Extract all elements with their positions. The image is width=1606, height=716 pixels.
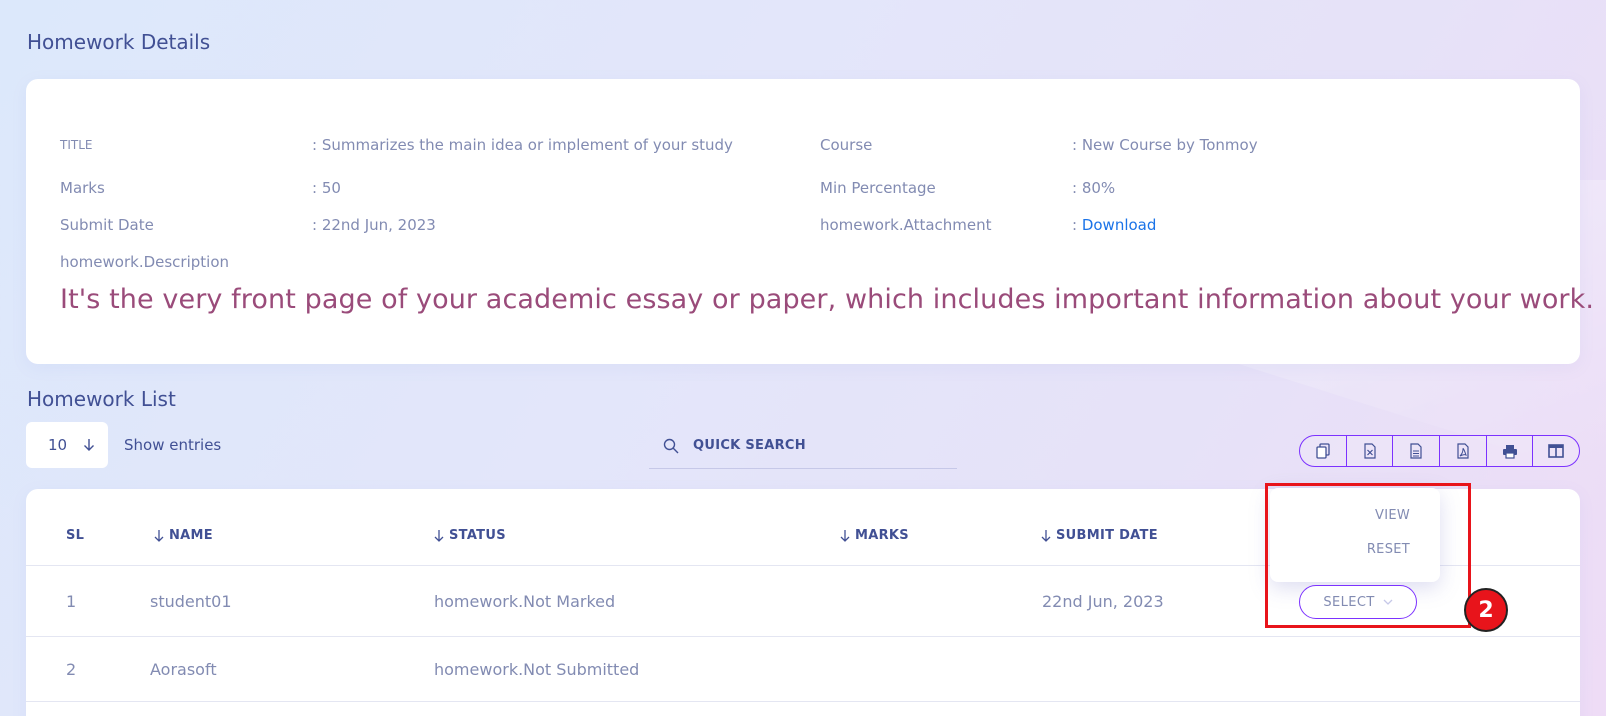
row-divider: [26, 701, 1580, 702]
annotation-highlight-box: [1265, 483, 1471, 628]
entries-select[interactable]: 10: [26, 422, 108, 468]
submit-date-value: : 22nd Jun, 2023: [312, 216, 436, 234]
sort-arrow-icon: [154, 530, 164, 542]
search-placeholder: QUICK SEARCH: [693, 438, 806, 453]
homework-details-card: TITLE : Summarizes the main idea or impl…: [26, 79, 1594, 364]
column-header-status[interactable]: STATUS: [434, 528, 506, 543]
copy-icon: [1316, 443, 1330, 459]
course-label: Course: [820, 136, 873, 154]
csv-icon: [1410, 443, 1422, 459]
annotation-badge: 2: [1464, 588, 1508, 632]
column-header-name-label: NAME: [169, 528, 213, 543]
row-sl: 2: [66, 660, 77, 679]
excel-icon: [1363, 443, 1376, 459]
column-header-sl: SL: [66, 528, 85, 543]
csv-button[interactable]: [1393, 436, 1441, 466]
marks-value: : 50: [312, 179, 341, 197]
column-header-marks-label: MARKS: [855, 528, 909, 543]
export-toolbar: [1299, 435, 1580, 467]
description-label: homework.Description: [60, 253, 230, 271]
row-submit-date: 22nd Jun, 2023: [1042, 592, 1164, 611]
show-entries-label: Show entries: [124, 436, 222, 454]
row-sl: 1: [66, 592, 77, 611]
pdf-button[interactable]: [1440, 436, 1487, 466]
description-text: It's the very front page of your academi…: [60, 284, 1595, 315]
column-header-name[interactable]: NAME: [154, 528, 213, 543]
columns-button[interactable]: [1533, 436, 1579, 466]
submit-date-label: Submit Date: [60, 216, 154, 234]
list-title: Homework List: [27, 387, 176, 411]
sort-arrow-icon: [1041, 530, 1051, 542]
column-header-submit-date[interactable]: SUBMIT DATE: [1041, 528, 1158, 543]
print-icon: [1502, 444, 1517, 459]
page-title: Homework Details: [27, 30, 211, 54]
attachment-prefix: :: [1072, 216, 1082, 234]
title-value: : Summarizes the main idea or implement …: [312, 136, 733, 154]
column-header-status-label: STATUS: [449, 528, 506, 543]
row-name: Aorasoft: [150, 660, 217, 679]
entries-value: 10: [48, 436, 68, 454]
title-label: TITLE: [60, 138, 93, 152]
attachment-label: homework.Attachment: [820, 216, 992, 234]
row-status: homework.Not Submitted: [434, 660, 640, 679]
pdf-icon: [1457, 443, 1469, 459]
quick-search-input[interactable]: QUICK SEARCH: [649, 423, 957, 469]
row-status: homework.Not Marked: [434, 592, 616, 611]
download-link[interactable]: Download: [1082, 216, 1157, 234]
row-name: student01: [150, 592, 232, 611]
min-percentage-value: : 80%: [1072, 179, 1116, 197]
copy-button[interactable]: [1300, 436, 1347, 466]
marks-label: Marks: [60, 179, 105, 197]
print-button[interactable]: [1487, 436, 1534, 466]
arrow-down-icon: [84, 439, 94, 451]
sort-arrow-icon: [840, 530, 850, 542]
column-header-submit-date-label: SUBMIT DATE: [1056, 528, 1158, 543]
columns-icon: [1548, 444, 1564, 458]
min-percentage-label: Min Percentage: [820, 179, 936, 197]
course-value: : New Course by Tonmoy: [1072, 136, 1258, 154]
search-icon: [663, 438, 679, 453]
sort-arrow-icon: [434, 530, 444, 542]
column-header-marks[interactable]: MARKS: [840, 528, 909, 543]
attachment-value: : Download: [1072, 216, 1156, 234]
row-divider: [26, 636, 1580, 637]
excel-button[interactable]: [1347, 436, 1394, 466]
